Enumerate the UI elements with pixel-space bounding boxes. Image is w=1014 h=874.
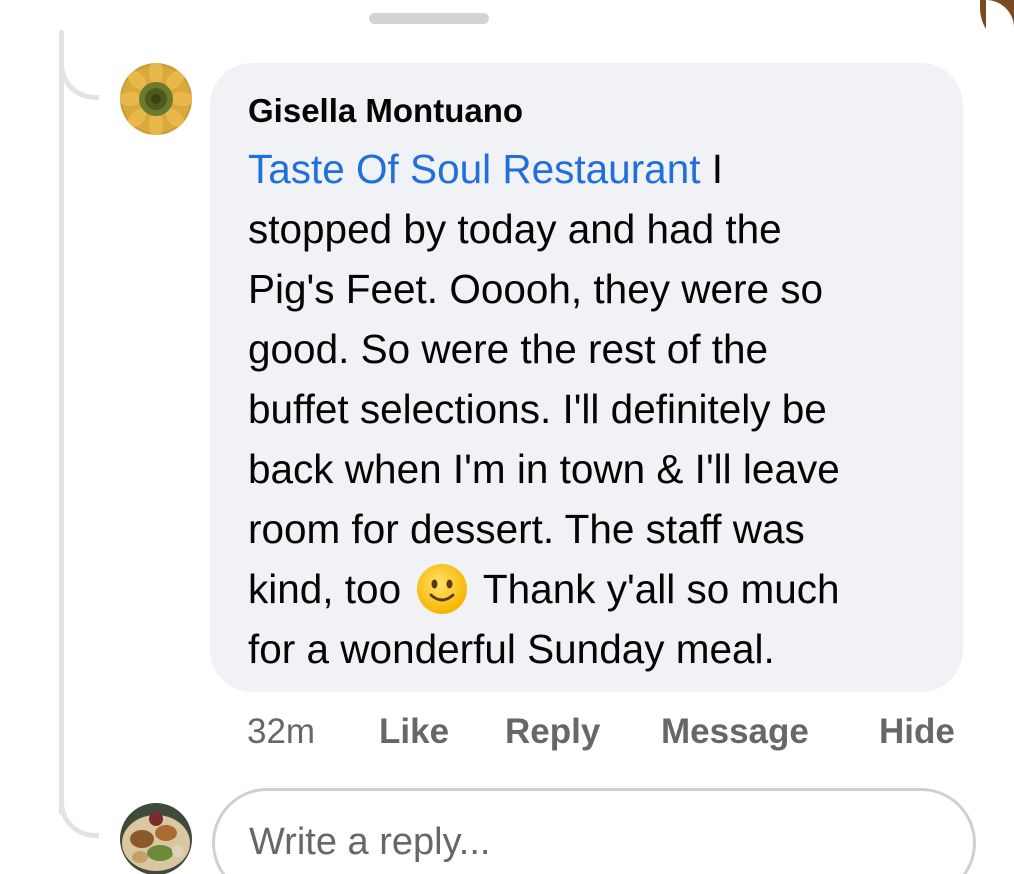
food-avatar-image <box>120 803 192 874</box>
comment-timestamp[interactable]: 32m <box>247 710 315 754</box>
comment-line-text: kind, too <box>248 566 402 612</box>
comment-author-name[interactable]: Gisella Montuano <box>248 91 933 131</box>
comment-thread-screen: Gisella Montuano Taste Of Soul Restauran… <box>0 0 1014 874</box>
comment-line: room for dessert. The staff was <box>248 506 805 552</box>
thread-connector-line <box>59 30 64 815</box>
reply-input-container[interactable] <box>212 788 976 874</box>
comment-line: back when I'm in town & I'll leave <box>248 446 840 492</box>
comment-line-text: I <box>700 146 723 192</box>
comment-line: kind, too Thank y'all so much <box>248 559 933 619</box>
comment-line: stopped by today and had the <box>248 206 782 252</box>
hide-button[interactable]: Hide <box>879 710 955 754</box>
sheet-grab-handle[interactable] <box>369 13 489 24</box>
comment-line: buffet selections. I'll definitely be <box>248 386 827 432</box>
current-user-avatar <box>120 803 192 874</box>
comment-line: for a wonderful Sunday meal. <box>248 626 775 672</box>
avatar[interactable] <box>120 63 192 135</box>
reply-button[interactable]: Reply <box>505 710 600 754</box>
thread-connector-curve <box>59 40 99 100</box>
comment-bubble[interactable]: Gisella Montuano Taste Of Soul Restauran… <box>210 63 963 692</box>
comment-line: good. So were the rest of the <box>248 326 769 372</box>
reply-input[interactable] <box>249 821 929 864</box>
sunflower-avatar-image <box>120 63 192 135</box>
comment-line-text: Thank y'all so much <box>482 566 840 612</box>
slightly-smiling-face-icon <box>416 563 468 615</box>
comment-text: Taste Of Soul Restaurant I stopped by to… <box>248 139 933 679</box>
mention-link[interactable]: Taste Of Soul Restaurant <box>248 146 700 192</box>
comment-line: Pig's Feet. Ooooh, they were so <box>248 266 824 312</box>
message-button[interactable]: Message <box>661 710 809 754</box>
like-button[interactable]: Like <box>379 710 449 754</box>
comment-line: Taste Of Soul Restaurant I <box>248 139 933 199</box>
thread-connector-curve-reply <box>59 780 99 838</box>
